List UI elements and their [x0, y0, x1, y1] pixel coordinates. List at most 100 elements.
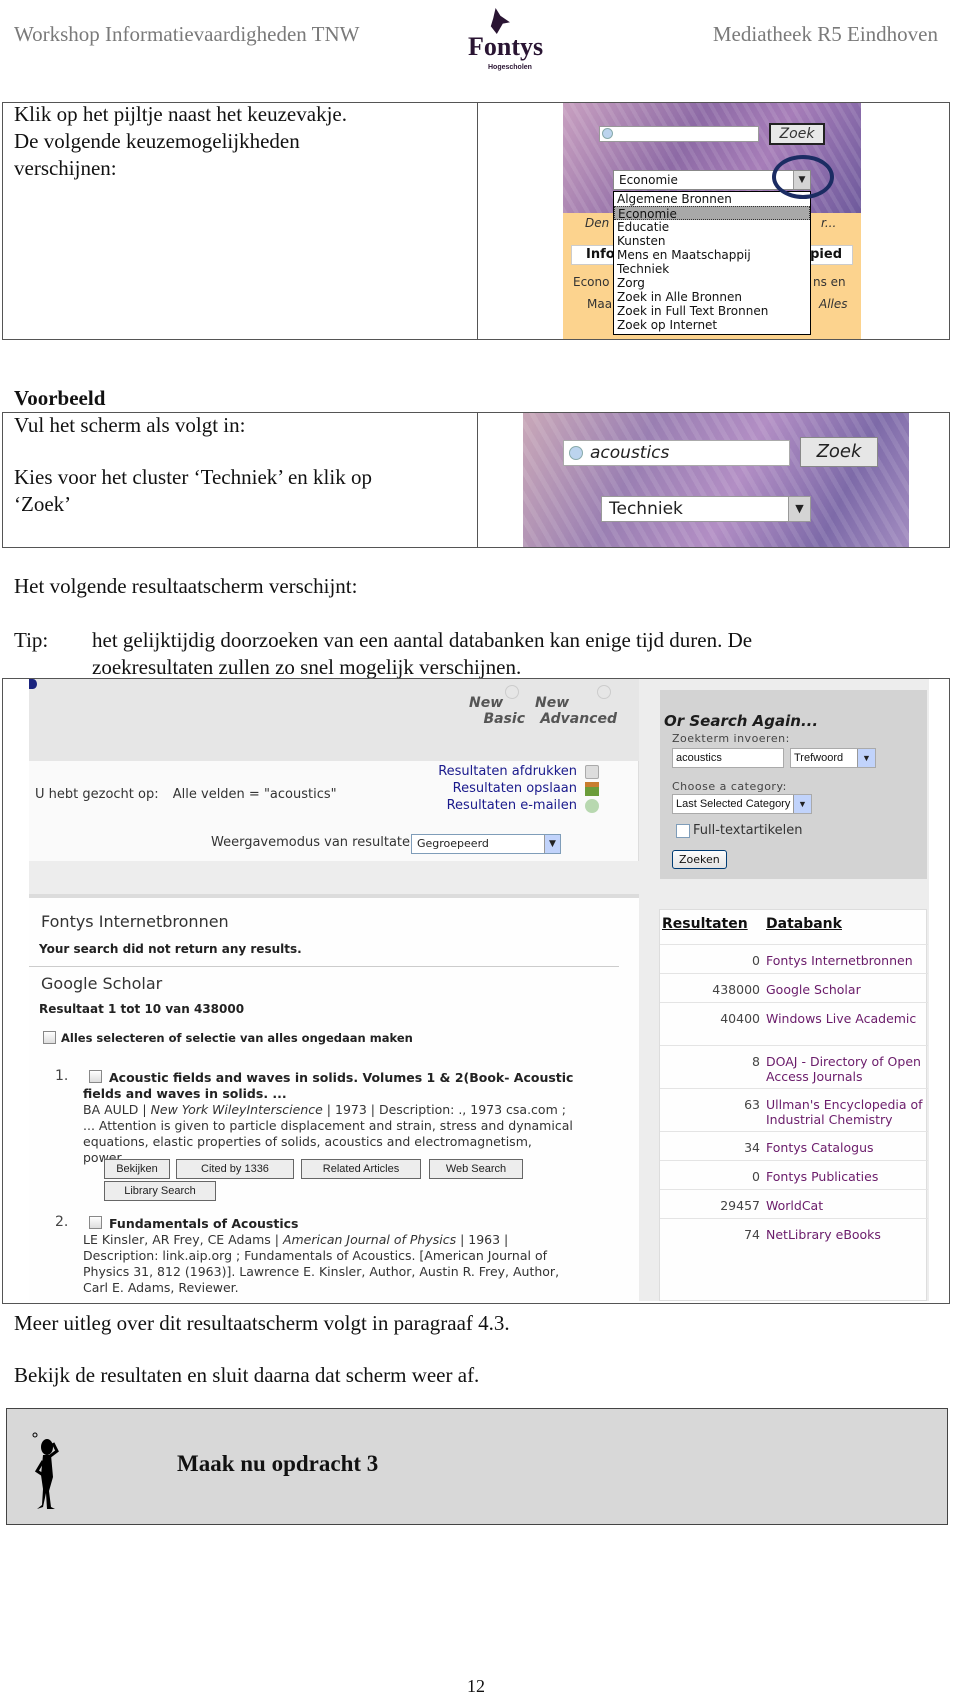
result-count: 0 [752, 1169, 760, 1184]
printer-icon[interactable] [585, 765, 599, 779]
instruction-line: De volgende keuzemogelijkheden [14, 129, 300, 153]
logo-bird-icon [490, 8, 510, 34]
dropdown-option[interactable]: Algemene Bronnen [614, 192, 810, 206]
search-again-panel: Or Search Again... Zoekterm invoeren: ac… [660, 690, 927, 879]
database-row: 63 Ullman's Encyclopedia of Industrial Ch… [660, 1088, 928, 1131]
tip-text: het gelijktijdig doorzoeken van een aant… [92, 627, 922, 681]
dropdown-option-selected[interactable]: Economie [614, 206, 810, 221]
dropdown-option[interactable]: Zoek in Alle Bronnen [614, 290, 810, 304]
instruction-line: Klik op het pijltje naast het keuzevakje… [14, 102, 347, 126]
database-link[interactable]: Fontys Internetbronnen [766, 953, 926, 968]
save-icon[interactable] [585, 782, 599, 796]
column-header-results[interactable]: Resultaten [662, 916, 748, 932]
table-divider [477, 413, 478, 547]
cluster-select[interactable]: Techniek ▼ [601, 496, 811, 522]
bekijken-button[interactable]: Bekijken [104, 1159, 170, 1179]
page-number: 12 [467, 1676, 485, 1696]
cluster-select-value: Techniek [609, 499, 683, 519]
database-link[interactable]: Fontys Catalogus [766, 1140, 926, 1155]
dropdown-option[interactable]: Educatie [614, 220, 810, 234]
cluster-dropdown-screenshot: Zoek Economie ▼ Den r... Info pied Econo… [563, 103, 861, 339]
dropdown-option[interactable]: Kunsten [614, 234, 810, 248]
result-intro: Het volgende resultaatscherm verschijnt: [14, 574, 358, 598]
database-link[interactable]: Google Scholar [766, 982, 926, 997]
example-line: Vul het scherm als volgt in: [14, 413, 246, 437]
zoeken-button[interactable]: Zoeken [672, 850, 727, 869]
database-link[interactable]: Ullman's Encyclopedia of Industrial Chem… [766, 1097, 926, 1127]
record-desc: Carl E. Adams, Reviewer. [83, 1280, 239, 1295]
related-articles-button[interactable]: Related Articles [301, 1159, 421, 1179]
dropdown-option[interactable]: Zorg [614, 276, 810, 290]
chevron-down-icon[interactable]: ▼ [544, 835, 560, 853]
zoek-button[interactable]: Zoek [800, 437, 878, 467]
new-basic-line: Basic [483, 711, 525, 727]
record-desc: equations, elastic properties of solids,… [83, 1134, 532, 1149]
thinking-figure-icon [32, 1432, 59, 1509]
category-select[interactable]: Last Selected Category ▼ [672, 794, 812, 814]
chevron-down-icon[interactable]: ▼ [857, 749, 875, 767]
logo-wordmark: Fontys [468, 32, 544, 61]
record-title[interactable]: fields and waves in solids. ... [83, 1086, 643, 1102]
database-link[interactable]: DOAJ - Directory of Open Access Journals [766, 1054, 926, 1084]
dropdown-option[interactable]: Zoek op Internet [614, 318, 810, 332]
result-actions: Resultaten afdrukken Resultaten opslaan … [369, 764, 599, 815]
dropdown-option[interactable]: Techniek [614, 262, 810, 276]
results-list-panel: Fontys Internetbronnen Your search did n… [29, 894, 639, 1301]
record-title[interactable]: Acoustic fields and waves in solids. Vol… [83, 1070, 643, 1086]
email-results-link[interactable]: Resultaten e-mailen [447, 798, 577, 813]
record-source: American Journal of Physics [282, 1232, 457, 1247]
section-title: Google Scholar [41, 974, 163, 993]
header-left-title: Workshop Informatievaardigheden TNW [14, 22, 360, 46]
dropdown-option[interactable]: Mens en Maatschappij [614, 248, 810, 262]
example-heading: Voorbeeld [14, 386, 106, 410]
tip-line: zoekresultaten zullen zo snel mogelijk v… [92, 655, 522, 679]
search-again-title: Or Search Again... [664, 712, 819, 730]
tab-label: Info [586, 247, 615, 262]
result-count: 0 [752, 953, 760, 968]
new-basic-search-button[interactable]: New Basic [469, 685, 525, 727]
search-term-input[interactable]: acoustics [672, 748, 784, 768]
database-link[interactable]: Windows Live Academic [766, 1011, 926, 1026]
email-icon[interactable] [585, 799, 599, 813]
chevron-down-icon[interactable]: ▼ [788, 497, 810, 521]
fulltext-checkbox[interactable] [676, 824, 690, 838]
record-meta: BA AULD | New York WileyInterscience | 1… [83, 1102, 643, 1118]
database-link[interactable]: Fontys Publicaties [766, 1169, 926, 1184]
search-input[interactable] [599, 126, 759, 142]
example-line: ‘Zoek’ [14, 492, 72, 516]
query-value: Alle velden = "acoustics" [172, 787, 337, 802]
cluster-dropdown-list: Algemene Bronnen Economie Educatie Kunst… [613, 191, 811, 335]
result-count: 29457 [720, 1198, 760, 1213]
zoek-button[interactable]: Zoek [769, 123, 825, 145]
field-select[interactable]: Trefwoord ▼ [790, 748, 876, 768]
search-input[interactable]: acoustics [563, 440, 790, 466]
query-label: U hebt gezocht op: [35, 787, 159, 802]
record-meta: LE Kinsler, AR Frey, CE Adams | American… [83, 1232, 643, 1248]
tip-line: het gelijktijdig doorzoeken van een aant… [92, 628, 753, 652]
display-mode-value: Gegroepeerd [417, 837, 489, 850]
web-search-button[interactable]: Web Search [429, 1159, 523, 1179]
database-link[interactable]: NetLibrary eBooks [766, 1227, 926, 1242]
record-title[interactable]: Fundamentals of Acoustics [83, 1216, 643, 1232]
print-results-link[interactable]: Resultaten afdrukken [438, 764, 577, 779]
select-all-checkbox[interactable] [43, 1031, 56, 1044]
display-mode-select[interactable]: Gegroepeerd ▼ [411, 834, 561, 854]
background-text: Den [585, 216, 610, 230]
background-text: r... [821, 216, 837, 230]
dropdown-option[interactable]: Zoek in Full Text Bronnen [614, 304, 810, 318]
record-desc: ... Attention is given to particle displ… [83, 1118, 573, 1133]
library-search-button[interactable]: Library Search [104, 1181, 216, 1201]
logo-subtitle: Hogescholen [488, 64, 532, 71]
database-row: 0 Fontys Internetbronnen [660, 944, 928, 973]
fontys-logo: Fontys Hogescholen [462, 6, 558, 76]
database-link[interactable]: WorldCat [766, 1198, 926, 1213]
query-summary: U hebt gezocht op: Alle velden = "acoust… [35, 787, 337, 802]
section-title: Fontys Internetbronnen [41, 912, 229, 931]
close-instruction: Bekijk de resultaten en sluit daarna dat… [14, 1363, 480, 1387]
save-results-link[interactable]: Resultaten opslaan [453, 781, 577, 796]
section-divider [29, 966, 619, 967]
chevron-down-icon[interactable]: ▼ [793, 795, 811, 813]
new-advanced-search-button[interactable]: New Advanced [535, 685, 617, 727]
column-header-database[interactable]: Databank [766, 916, 842, 932]
cited-by-button[interactable]: Cited by 1336 [176, 1159, 294, 1179]
